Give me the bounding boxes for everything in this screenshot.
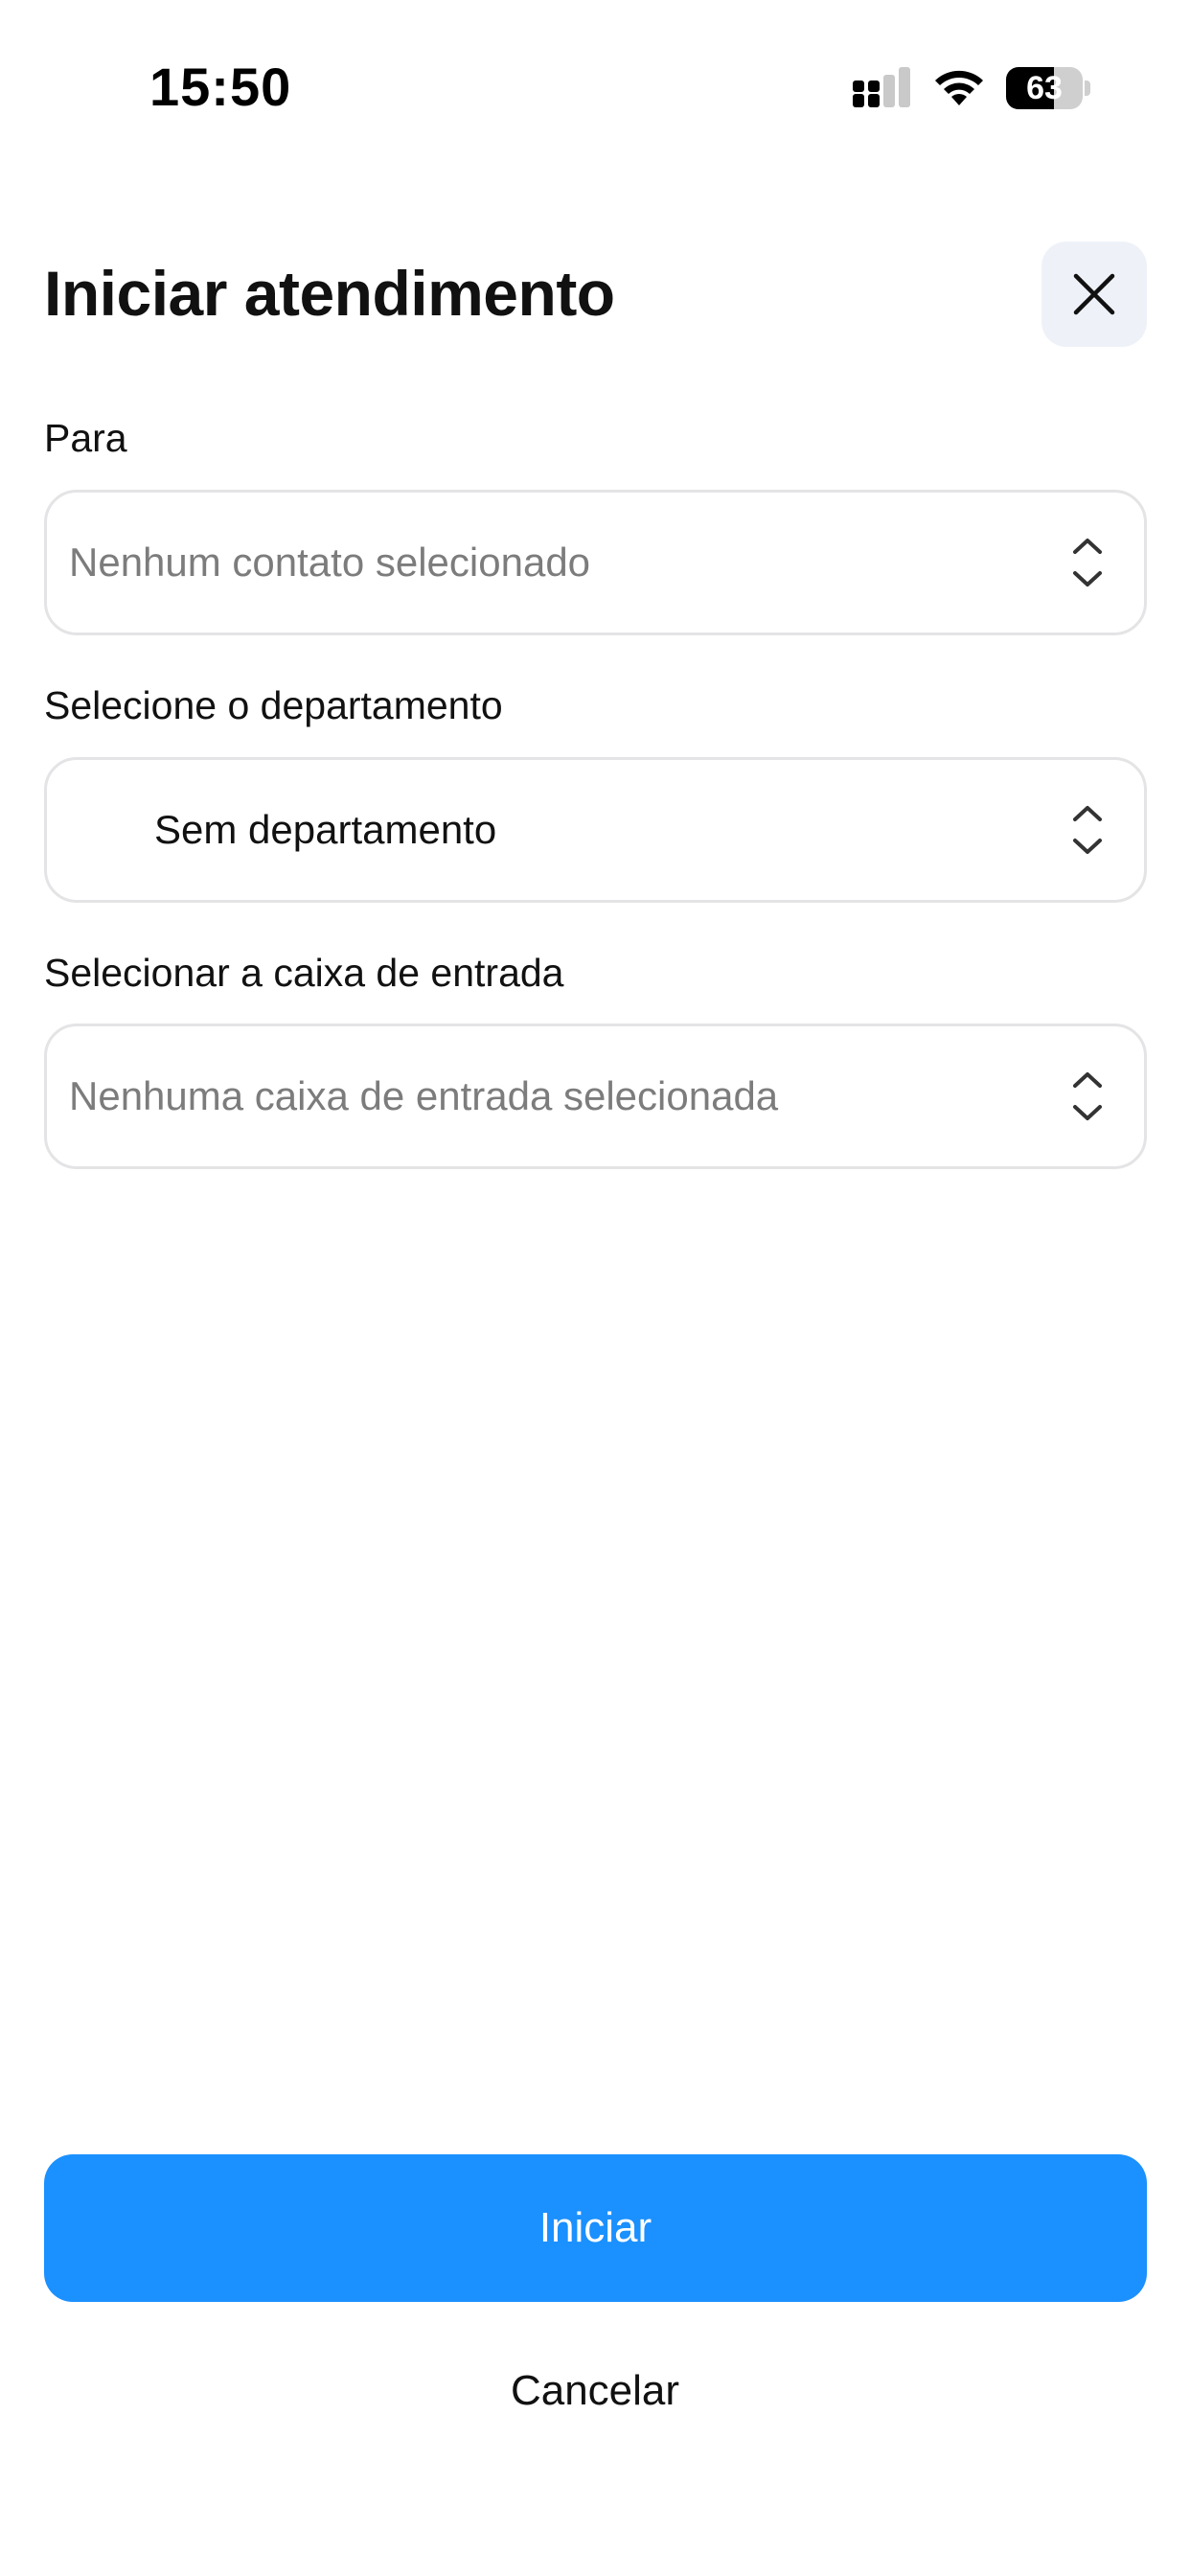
contact-select-placeholder: Nenhum contato selecionado: [69, 540, 591, 585]
close-button[interactable]: [1041, 242, 1147, 347]
inbox-select[interactable]: Nenhuma caixa de entrada selecionada: [44, 1024, 1147, 1169]
inbox-select-placeholder: Nenhuma caixa de entrada selecionada: [69, 1073, 779, 1118]
chevron-up-down-icon: [1073, 1072, 1102, 1120]
department-select-value: Sem departamento: [154, 807, 497, 852]
start-button[interactable]: Iniciar: [44, 2154, 1147, 2302]
close-icon: [1073, 273, 1115, 315]
start-conversation-screen: 15:50 63 Iniciar atendimento Para Nenhum…: [0, 0, 1190, 2576]
cancel-button[interactable]: Cancelar: [0, 2367, 1190, 2415]
contact-select[interactable]: Nenhum contato selecionado: [44, 490, 1147, 635]
start-button-label: Iniciar: [538, 2204, 652, 2251]
battery-level: 63: [1026, 70, 1063, 106]
battery-cap: [1085, 80, 1090, 96]
signal-icon: [853, 67, 910, 107]
chevron-up-down-icon: [1073, 806, 1102, 854]
department-field-label: Selecione o departamento: [44, 683, 503, 727]
inbox-field-label: Selecionar a caixa de entrada: [44, 951, 564, 995]
department-select[interactable]: Sem departamento: [44, 757, 1147, 903]
battery-body: 63: [1006, 67, 1083, 109]
status-bar: 15:50 63: [0, 0, 1190, 182]
chevron-up-down-icon: [1073, 539, 1102, 586]
battery-icon: 63: [1006, 67, 1090, 109]
status-time: 15:50: [149, 57, 292, 117]
contact-field-label: Para: [44, 416, 127, 460]
page-title: Iniciar atendimento: [44, 258, 615, 329]
wifi-icon: [935, 70, 983, 105]
